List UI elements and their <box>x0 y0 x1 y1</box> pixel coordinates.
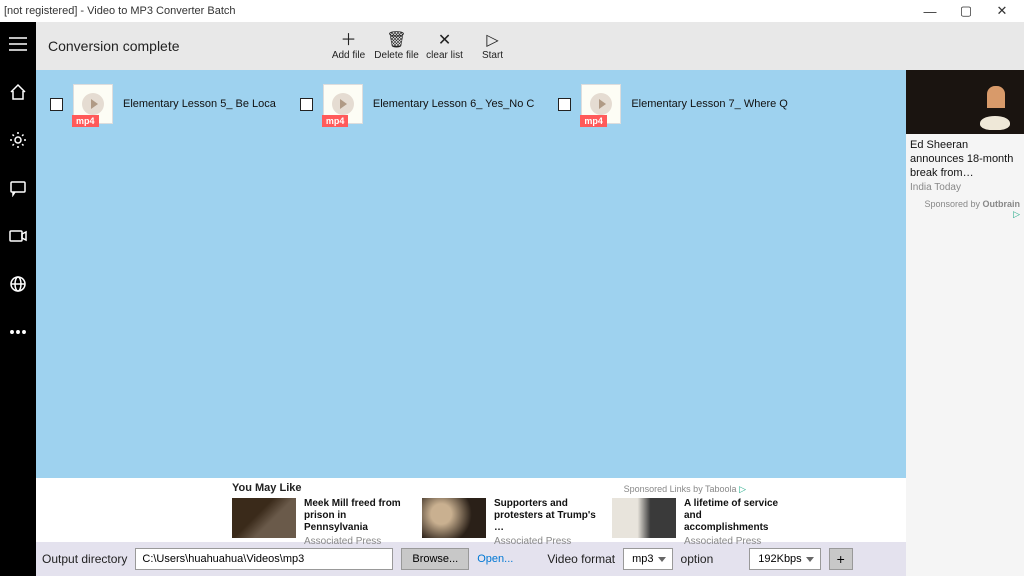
start-button[interactable]: ▷ Start <box>469 32 517 61</box>
add-option-button[interactable]: + <box>829 548 853 570</box>
clear-list-button[interactable]: ✕ clear list <box>421 32 469 61</box>
play-circle-icon <box>82 93 104 115</box>
file-thumbnail: mp4 <box>323 84 363 124</box>
ad-headline[interactable]: Ed Sheeran announces 18-month break from… <box>906 134 1024 180</box>
video-icon[interactable] <box>0 222 36 250</box>
trash-icon: 🗑 <box>386 32 406 50</box>
format-badge: mp4 <box>580 115 607 127</box>
ad-source: Associated Press <box>304 536 406 548</box>
delete-file-button[interactable]: 🗑 Delete file <box>373 32 421 61</box>
file-thumbnail: mp4 <box>581 84 621 124</box>
ad-source: Associated Press <box>684 536 786 548</box>
output-path-input[interactable] <box>135 548 393 570</box>
ads-row: You May Like Sponsored Links by Taboola … <box>36 478 906 542</box>
file-list: mp4 Elementary Lesson 5_ Be Loca mp4 Ele… <box>36 70 906 478</box>
ad-thumbnail <box>232 498 296 538</box>
you-may-like-label: You May Like <box>232 482 301 494</box>
file-item[interactable]: mp4 Elementary Lesson 7_ Where Q <box>558 84 788 124</box>
ad-card[interactable]: Meek Mill freed from prison in Pennsylva… <box>232 498 406 548</box>
ad-source: Associated Press <box>494 536 596 548</box>
bitrate-select[interactable]: 192Kbps <box>749 548 820 570</box>
globe-icon[interactable] <box>0 270 36 298</box>
more-icon[interactable] <box>0 318 36 346</box>
titlebar: [not registered] - Video to MP3 Converte… <box>0 0 1024 22</box>
format-select[interactable]: mp3 <box>623 548 672 570</box>
window-title: [not registered] - Video to MP3 Converte… <box>4 5 912 17</box>
ad-title: A lifetime of service and accomplishment… <box>684 498 786 534</box>
file-item[interactable]: mp4 Elementary Lesson 5_ Be Loca <box>50 84 276 124</box>
ad-thumbnail <box>612 498 676 538</box>
file-checkbox[interactable] <box>558 98 571 111</box>
play-circle-icon <box>332 93 354 115</box>
ad-title: Meek Mill freed from prison in Pennsylva… <box>304 498 406 534</box>
file-checkbox[interactable] <box>50 98 63 111</box>
video-format-label: Video format <box>547 552 615 566</box>
file-name: Elementary Lesson 5_ Be Loca <box>123 98 276 110</box>
status-text: Conversion complete <box>48 38 180 54</box>
ad-card[interactable]: Supporters and protesters at Trump's … A… <box>422 498 596 548</box>
plus-icon: ＋ <box>341 32 357 50</box>
format-badge: mp4 <box>72 115 99 127</box>
play-circle-icon <box>590 93 612 115</box>
x-icon: ✕ <box>438 32 451 50</box>
ad-image[interactable] <box>906 70 1024 134</box>
toolbar: Conversion complete ＋ Add file 🗑 Delete … <box>36 22 1024 70</box>
sidebar <box>0 22 36 576</box>
file-item[interactable]: mp4 Elementary Lesson 6_ Yes_No C <box>300 84 534 124</box>
gear-icon[interactable] <box>0 126 36 154</box>
open-link[interactable]: Open... <box>477 553 513 565</box>
format-badge: mp4 <box>322 115 349 127</box>
minimize-button[interactable]: — <box>912 4 948 19</box>
right-ad-panel: Ed Sheeran announces 18-month break from… <box>906 70 1024 576</box>
ad-title: Supporters and protesters at Trump's … <box>494 498 596 534</box>
ad-source: India Today <box>906 180 1024 195</box>
home-icon[interactable] <box>0 78 36 106</box>
ad-sponsored: Sponsored by Outbrain▷ <box>906 195 1024 224</box>
file-name: Elementary Lesson 6_ Yes_No C <box>373 98 534 110</box>
browse-button[interactable]: Browse... <box>401 548 469 570</box>
ad-thumbnail <box>422 498 486 538</box>
close-button[interactable]: ✕ <box>984 3 1020 19</box>
feedback-icon[interactable] <box>0 174 36 202</box>
file-checkbox[interactable] <box>300 98 313 111</box>
add-file-button[interactable]: ＋ Add file <box>325 32 373 61</box>
file-name: Elementary Lesson 7_ Where Q <box>631 98 788 110</box>
option-label: option <box>681 552 714 566</box>
output-directory-label: Output directory <box>42 552 127 566</box>
maximize-button[interactable]: ▢ <box>948 3 984 19</box>
play-icon: ▷ <box>486 32 498 50</box>
ad-card[interactable]: A lifetime of service and accomplishment… <box>612 498 786 548</box>
menu-icon[interactable] <box>0 30 36 58</box>
file-thumbnail: mp4 <box>73 84 113 124</box>
sponsored-links-label: Sponsored Links by Taboola ▷ <box>624 484 746 495</box>
